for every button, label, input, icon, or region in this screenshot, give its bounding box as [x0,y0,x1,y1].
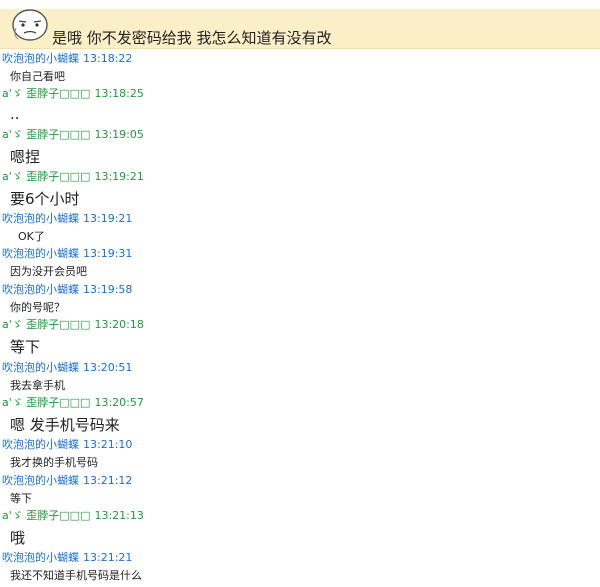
timestamp: 13:21:10 [83,438,133,451]
timestamp: 13:21:21 [83,551,133,564]
sender-name: a'ゞ 歪脖子□□□ [2,318,91,331]
message-text: 你自己看吧 [10,70,65,83]
message-text: 我才换的手机号码 [10,456,98,469]
message-header: 吹泡泡的小蝴蝶 13:21:10 [2,438,132,452]
previous-message-text: 是哦 你不发密码给我 我怎么知道有没有改 [52,29,332,47]
message-text: 你的号呢？ [10,301,65,314]
message-header: 吹泡泡的小蝴蝶 13:19:31 [2,247,132,261]
timestamp: 13:19:21 [94,170,144,183]
message-header: a'ゞ 歪脖子□□□ 13:21:13 [2,509,144,523]
sender-name: a'ゞ 歪脖子□□□ [2,170,91,183]
sender-name: 吹泡泡的小蝴蝶 [2,247,79,260]
sender-name: 吹泡泡的小蝴蝶 [2,52,79,65]
sender-name: 吹泡泡的小蝴蝶 [2,438,79,451]
sender-name: a'ゞ 歪脖子□□□ [2,396,91,409]
message-text: .. [10,105,20,123]
timestamp: 13:21:13 [94,509,144,522]
timestamp: 13:19:21 [83,212,133,225]
message-header: 吹泡泡的小蝴蝶 13:21:21 [2,551,132,565]
timestamp: 13:20:18 [94,318,144,331]
message-text: 要6个小时 [10,190,80,208]
message-text: 嗯捏 [10,148,41,166]
message-text: 嗯 发手机号码来 [10,416,120,434]
sender-name: 吹泡泡的小蝴蝶 [2,551,79,564]
message-header: 吹泡泡的小蝴蝶 13:20:51 [2,361,132,375]
message-header: a'ゞ 歪脖子□□□ 13:19:21 [2,170,144,184]
timestamp: 13:20:51 [83,361,133,374]
message-text: 哦 [10,529,26,547]
timestamp: 13:18:25 [94,87,144,100]
sender-name: 吹泡泡的小蝴蝶 [2,212,79,225]
message-header: a'ゞ 歪脖子□□□ 13:19:05 [2,128,144,142]
previous-message-banner: 是哦 你不发密码给我 我怎么知道有没有改 [0,9,600,49]
message-header: 吹泡泡的小蝴蝶 13:21:12 [2,474,132,488]
timestamp: 13:19:05 [94,128,144,141]
timestamp: 13:21:12 [83,474,133,487]
message-text: OK了 [18,230,45,243]
face-emoticon-icon [10,9,50,45]
message-header: a'ゞ 歪脖子□□□ 13:20:57 [2,396,144,410]
timestamp: 13:18:22 [83,52,133,65]
chat-log: 是哦 你不发密码给我 我怎么知道有没有改 吹泡泡的小蝴蝶 13:18:22 你自己… [0,0,600,587]
message-header: a'ゞ 歪脖子□□□ 13:20:18 [2,318,144,332]
message-text: 我还不知道手机号码是什么 [10,569,142,582]
sender-name: a'ゞ 歪脖子□□□ [2,509,91,522]
sender-name: 吹泡泡的小蝴蝶 [2,361,79,374]
timestamp: 13:19:58 [83,283,133,296]
sender-name: a'ゞ 歪脖子□□□ [2,128,91,141]
message-header: 吹泡泡的小蝴蝶 13:18:22 [2,52,132,66]
sender-name: a'ゞ 歪脖子□□□ [2,87,91,100]
message-header: 吹泡泡的小蝴蝶 13:19:58 [2,283,132,297]
message-header: 吹泡泡的小蝴蝶 13:19:21 [2,212,132,226]
timestamp: 13:20:57 [94,396,144,409]
timestamp: 13:19:31 [83,247,133,260]
message-text: 等下 [10,492,32,505]
message-text: 我去拿手机 [10,379,65,392]
sender-name: 吹泡泡的小蝴蝶 [2,474,79,487]
message-text: 等下 [10,338,41,356]
message-text: 因为没开会员吧 [10,265,87,278]
message-header: a'ゞ 歪脖子□□□ 13:18:25 [2,87,144,101]
sender-name: 吹泡泡的小蝴蝶 [2,283,79,296]
